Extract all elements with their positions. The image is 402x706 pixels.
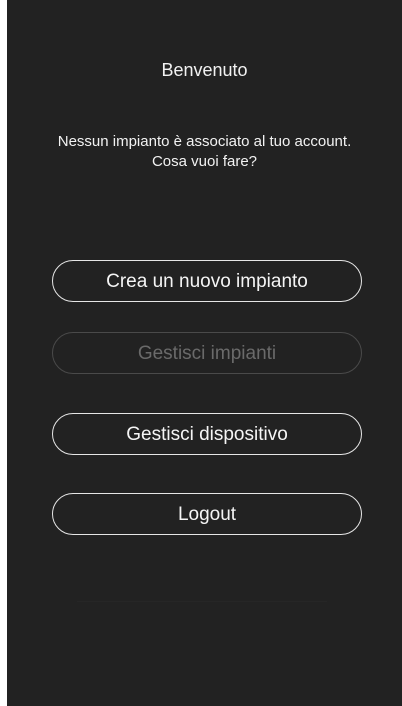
- divider: [77, 601, 327, 602]
- create-plant-button[interactable]: Crea un nuovo impianto: [52, 260, 362, 302]
- message-line-1: Nessun impianto è associato al tuo accou…: [57, 133, 352, 150]
- welcome-screen: Benvenuto Nessun impianto è associato al…: [7, 0, 402, 706]
- manage-plants-button: Gestisci impianti: [52, 332, 362, 374]
- logout-button[interactable]: Logout: [52, 493, 362, 535]
- manage-device-button[interactable]: Gestisci dispositivo: [52, 413, 362, 455]
- page-title: Benvenuto: [161, 60, 248, 80]
- no-plant-message: Nessun impianto è associato al tuo accou…: [7, 132, 402, 172]
- message-line-2: Cosa vuoi fare?: [151, 153, 258, 170]
